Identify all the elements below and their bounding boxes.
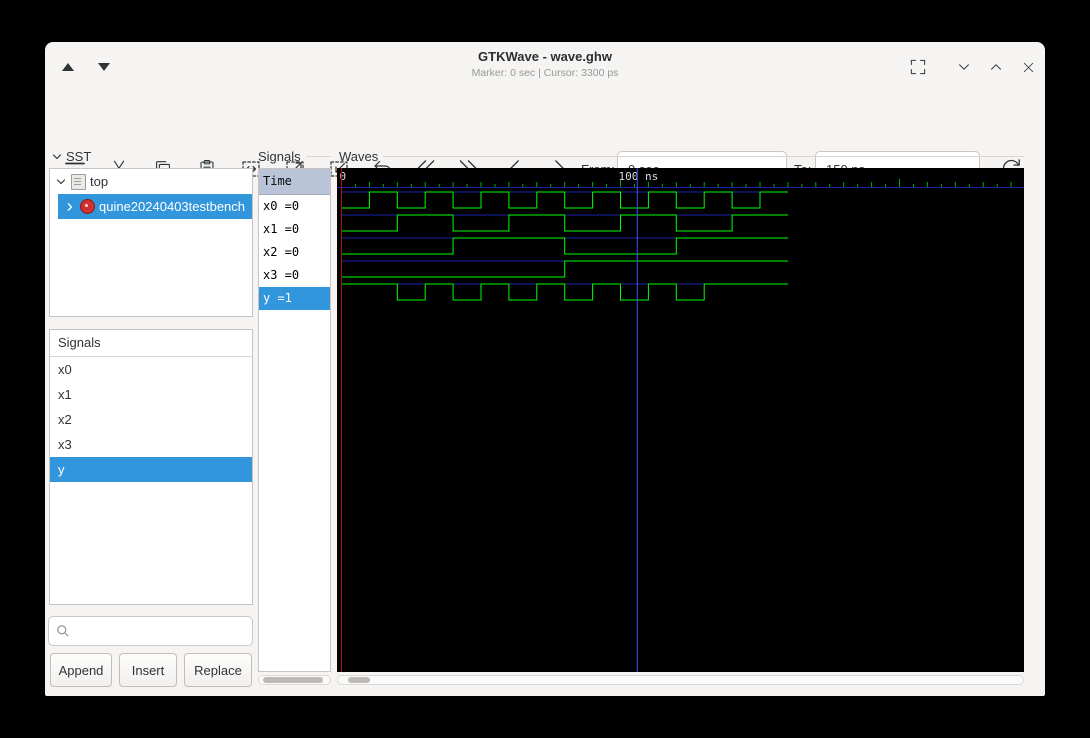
signals-frame-header: Signals (258, 148, 331, 164)
tree-expander-open-icon[interactable] (55, 176, 67, 188)
wave-trace-x3 (341, 260, 788, 278)
wave-name-row[interactable]: x1 =0 (259, 218, 330, 241)
module-icon (71, 173, 86, 190)
toolbar: From: To: (45, 90, 1045, 187)
sst-label: SST (66, 149, 92, 164)
chevron-up-icon (991, 64, 1001, 70)
wave-name-rows: x0 =0 x1 =0 x2 =0 x3 =0 y =1 (259, 195, 330, 310)
screen: GTKWave - wave.ghw Marker: 0 sec | Curso… (0, 0, 1090, 738)
replace-button[interactable]: Replace (184, 653, 252, 687)
signal-list-header: Signals (50, 330, 252, 357)
signals-frame-label: Signals (258, 148, 301, 164)
signal-list: x0 x1 x2 x3 y (50, 357, 252, 482)
close-icon (1023, 62, 1033, 72)
wave-name-row[interactable]: x0 =0 (259, 195, 330, 218)
insert-button[interactable]: Insert (119, 653, 177, 687)
waves-hscrollbar-thumb[interactable] (348, 677, 370, 683)
wave-names-panel: Time x0 =0 x1 =0 x2 =0 x3 =0 y =1 (258, 168, 331, 672)
signal-list-item[interactable]: y (50, 457, 252, 482)
fullscreen-icon (910, 59, 926, 75)
tree-root-label: top (90, 174, 109, 189)
maximize-button[interactable] (983, 55, 1009, 79)
time-header[interactable]: Time (259, 169, 330, 195)
testbench-icon (80, 199, 95, 214)
tree-row-testbench[interactable]: quine20240403testbench (58, 194, 252, 219)
signal-list-item[interactable]: x1 (50, 382, 252, 407)
search-icon (57, 625, 69, 637)
window-status: Marker: 0 sec | Cursor: 3300 ps (471, 67, 619, 79)
expander-chevron-icon (52, 153, 62, 159)
search-input[interactable] (75, 622, 255, 640)
signal-list-item[interactable]: x2 (50, 407, 252, 432)
sst-tree-panel: top quine20240403testbench (49, 168, 253, 317)
titlebar: GTKWave - wave.ghw Marker: 0 sec | Curso… (45, 42, 1045, 90)
wave-trace-x2 (341, 237, 788, 255)
signal-list-item[interactable]: x3 (50, 432, 252, 457)
waves-hscrollbar[interactable] (337, 675, 1024, 685)
wave-area[interactable]: 0 100 ns (337, 168, 1024, 672)
tree-child-label: quine20240403testbench (99, 199, 246, 214)
fit-window-button[interactable] (905, 55, 931, 79)
waves-frame-header: Waves (339, 148, 1024, 164)
waves-frame-label: Waves (339, 148, 379, 164)
wave-name-row[interactable]: y =1 (259, 287, 330, 310)
frame-line (383, 155, 1024, 157)
timeline-label: 100 ns (619, 170, 659, 183)
gtkwave-window: GTKWave - wave.ghw Marker: 0 sec | Curso… (45, 42, 1045, 696)
names-hscrollbar-thumb[interactable] (263, 677, 323, 683)
signal-list-item[interactable]: x0 (50, 357, 252, 382)
wave-trace-y (341, 283, 788, 301)
chevron-down-icon (959, 64, 969, 70)
wave-canvas[interactable]: 0 100 ns (337, 168, 1024, 672)
title-block: GTKWave - wave.ghw Marker: 0 sec | Curso… (45, 49, 1045, 79)
sst-expander[interactable]: SST (51, 149, 91, 164)
window-title: GTKWave - wave.ghw (478, 49, 612, 64)
wave-name-row[interactable]: x3 =0 (259, 264, 330, 287)
signal-search-panel: Signals x0 x1 x2 x3 y (49, 329, 253, 605)
wave-trace-x0 (341, 191, 788, 209)
wave-trace-x1 (341, 214, 788, 232)
timeline-label: 0 (340, 170, 347, 183)
tree-row-top[interactable]: top (50, 169, 252, 194)
search-box (48, 616, 255, 646)
append-button[interactable]: Append (50, 653, 112, 687)
frame-line (305, 155, 331, 157)
names-hscrollbar[interactable] (258, 675, 331, 685)
tree-expander-closed-icon[interactable] (64, 201, 76, 213)
close-button[interactable] (1015, 55, 1041, 79)
minimize-button[interactable] (951, 55, 977, 79)
wave-name-row[interactable]: x2 =0 (259, 241, 330, 264)
